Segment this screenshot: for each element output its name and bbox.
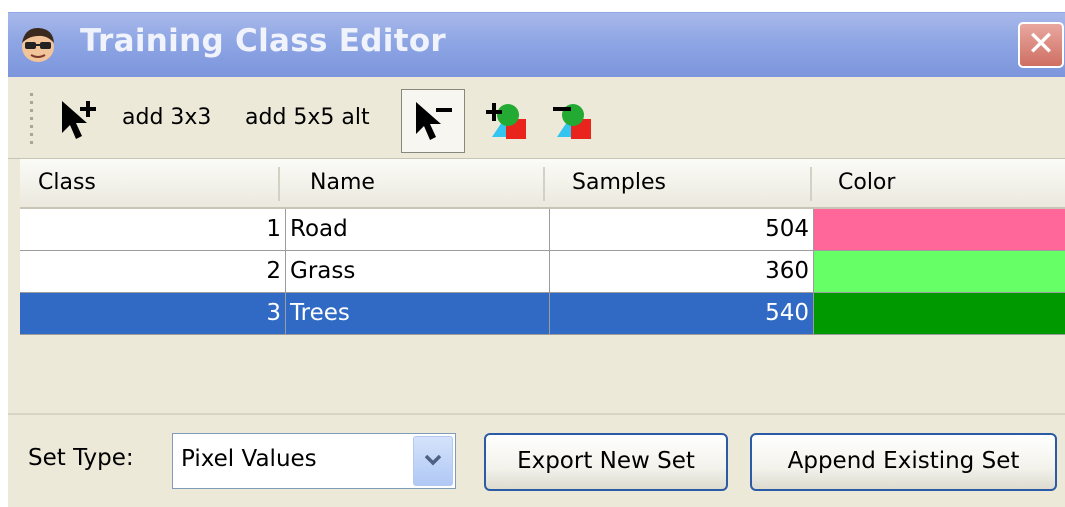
footer-controls: Set Type: Pixel Values Export New Set Ap… [8, 413, 1065, 507]
class-table: Class Name Samples Color 1 Road 504 2 Gr… [20, 159, 1065, 413]
training-class-editor-window: Training Class Editor ✕ add 3x3 add 5x5 … [8, 12, 1065, 507]
class-name-cell: Trees [286, 293, 550, 334]
column-divider[interactable] [810, 167, 812, 201]
export-new-set-button[interactable]: Export New Set [484, 433, 728, 491]
chevron-down-icon [424, 454, 442, 466]
samples-cell: 504 [550, 209, 814, 250]
class-name-cell: Grass [286, 251, 550, 292]
remove-point-tool-button[interactable] [401, 89, 465, 153]
column-divider[interactable] [543, 167, 545, 201]
close-button[interactable]: ✕ [1018, 22, 1064, 68]
title-bar[interactable]: Training Class Editor ✕ [8, 13, 1065, 77]
toolbar-grip[interactable] [30, 93, 36, 149]
class-number-cell: 1 [20, 209, 286, 250]
samples-cell: 360 [550, 251, 814, 292]
column-header-name[interactable]: Name [288, 159, 543, 207]
samples-cell: 540 [550, 293, 814, 334]
add-point-cursor-icon[interactable] [56, 97, 102, 143]
column-header-color[interactable]: Color [816, 159, 1065, 207]
column-header-samples[interactable]: Samples [550, 159, 808, 207]
color-swatch-cell[interactable] [814, 251, 1065, 292]
add-3x3-button[interactable]: add 3x3 [122, 105, 211, 130]
table-row[interactable]: 1 Road 504 [20, 209, 1065, 251]
column-divider[interactable] [278, 167, 280, 201]
set-type-select[interactable]: Pixel Values [172, 433, 456, 489]
color-swatch-cell[interactable] [814, 209, 1065, 250]
class-name-cell: Road [286, 209, 550, 250]
table-row[interactable]: 2 Grass 360 [20, 251, 1065, 293]
set-type-value: Pixel Values [181, 446, 317, 472]
add-class-icon[interactable] [486, 97, 532, 143]
dropdown-button[interactable] [413, 436, 453, 486]
add-5x5-alt-button[interactable]: add 5x5 alt [245, 105, 370, 130]
app-avatar-icon [22, 27, 54, 62]
color-swatch-cell[interactable] [814, 293, 1065, 334]
table-row-selected[interactable]: 3 Trees 540 [20, 293, 1065, 335]
toolbar: add 3x3 add 5x5 alt [8, 77, 1065, 159]
window-title: Training Class Editor [80, 23, 447, 59]
class-number-cell: 3 [20, 293, 286, 334]
class-number-cell: 2 [20, 251, 286, 292]
column-header-class[interactable]: Class [20, 159, 278, 207]
remove-point-cursor-icon [416, 102, 452, 140]
table-header: Class Name Samples Color [20, 159, 1065, 209]
remove-class-icon[interactable] [551, 97, 597, 143]
append-existing-set-button[interactable]: Append Existing Set [750, 433, 1057, 491]
set-type-label: Set Type: [28, 445, 134, 471]
